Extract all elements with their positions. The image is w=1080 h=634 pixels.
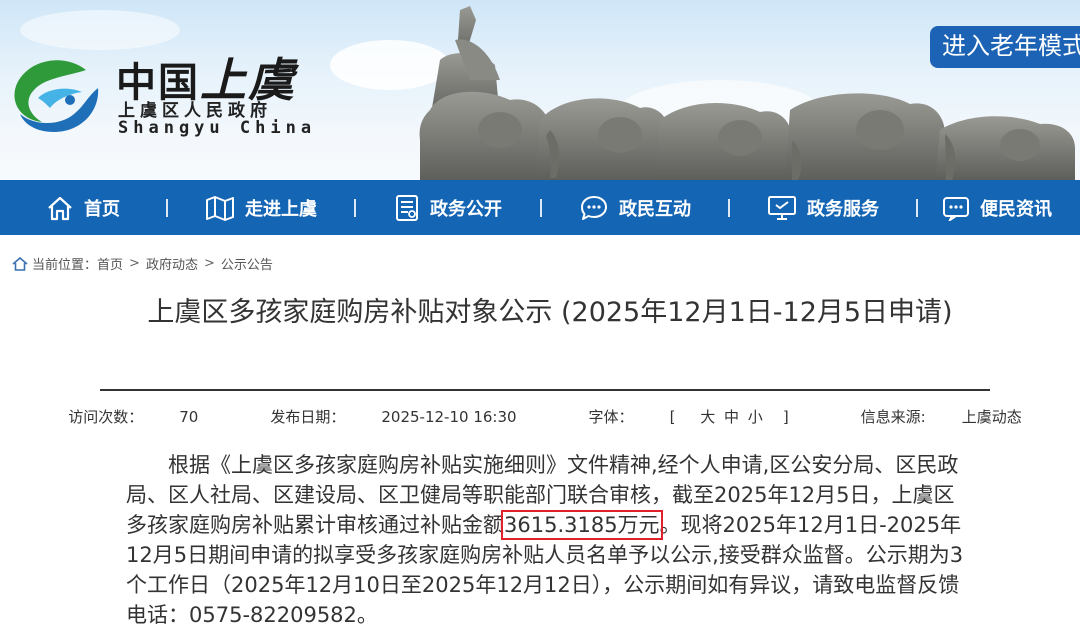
breadcrumb-prefix: 当前位置： (32, 258, 98, 273)
logo-emblem-icon (14, 60, 99, 132)
main-nav: 首页 走进上虞 政务公开 政民互动 政务服务 便民资讯 (0, 180, 1080, 235)
font-medium-link[interactable]: 中 (724, 408, 739, 426)
title-divider (100, 389, 990, 391)
nav-item-home[interactable]: 首页 (0, 180, 166, 235)
article-body: 根据《上虞区多孩家庭购房补贴实施细则》文件精神,经个人申请,区公安分局、区民政局… (126, 450, 966, 630)
nav-divider (166, 198, 168, 217)
header-banner: 中国上虞 上虞区人民政府 Shangyu China 进入老年模式 (0, 0, 1080, 180)
date-value: 2025-12-10 16:30 (381, 408, 517, 426)
info-icon (943, 196, 969, 221)
meta-visits: 访问次数： 70 (50, 406, 216, 427)
font-bracket-close: ] (782, 408, 789, 426)
nav-item-interaction[interactable]: 政民互动 (542, 180, 728, 235)
elder-mode-button[interactable]: 进入老年模式 (930, 26, 1080, 68)
source-value: 上虞动态 (961, 408, 1022, 426)
breadcrumb-separator: > (203, 256, 215, 271)
visits-value: 70 (179, 408, 199, 426)
nav-item-label: 首页 (84, 198, 120, 220)
breadcrumb-separator: > (129, 256, 140, 271)
nav-divider (354, 198, 356, 217)
home-icon (48, 196, 72, 220)
nav-item-about[interactable]: 走进上虞 (168, 180, 354, 235)
nav-item-label: 政务公开 (430, 198, 502, 220)
monitor-icon (768, 195, 796, 220)
breadcrumb-home[interactable]: 首页 (97, 254, 123, 273)
font-label: 字体： (588, 408, 634, 426)
date-label: 发布日期： (270, 408, 346, 426)
nav-item-label: 政民互动 (619, 198, 691, 220)
home-small-icon (12, 256, 28, 271)
map-icon (206, 195, 234, 221)
nav-item-label: 走进上虞 (245, 198, 317, 220)
font-large-link[interactable]: 大 (700, 408, 715, 426)
nav-item-gov-info[interactable]: 政务公开 (356, 180, 540, 235)
nav-item-label: 便民资讯 (980, 198, 1052, 220)
meta-source: 信息来源: 上虞动态 (843, 406, 1040, 427)
breadcrumb-announcements[interactable]: 公示公告 (221, 254, 273, 273)
article-meta: 访问次数： 70 发布日期： 2025-12-10 16:30 字体： [ 大 中 小… (68, 406, 1022, 427)
meta-date: 发布日期： 2025-12-10 16:30 (252, 406, 534, 427)
nav-item-services[interactable]: 政务服务 (730, 180, 916, 235)
article-title: 上虞区多孩家庭购房补贴对象公示 (2025年12月1日-12月5日申请) (147, 297, 953, 328)
font-small-link[interactable]: 小 (748, 408, 763, 426)
nav-item-public-info[interactable]: 便民资讯 (918, 180, 1076, 235)
font-bracket-open: [ (669, 408, 676, 426)
nav-divider (728, 198, 730, 217)
nav-divider (916, 198, 918, 217)
nav-item-label: 政务服务 (807, 198, 879, 220)
logo-english: Shangyu China (118, 118, 317, 138)
subsidy-amount-highlight: 3615.3185万元 (501, 510, 663, 540)
chat-icon (581, 195, 607, 220)
visits-label: 访问次数： (68, 408, 144, 426)
nav-divider (540, 198, 542, 217)
breadcrumb-gov-news[interactable]: 政府动态 (146, 254, 198, 273)
source-label: 信息来源: (860, 408, 926, 426)
document-icon (396, 194, 418, 221)
meta-font-size: 字体： [ 大 中 小] (571, 406, 807, 427)
breadcrumb: 当前位置： 首页 > 政府动态 > 公示公告 (12, 254, 273, 273)
